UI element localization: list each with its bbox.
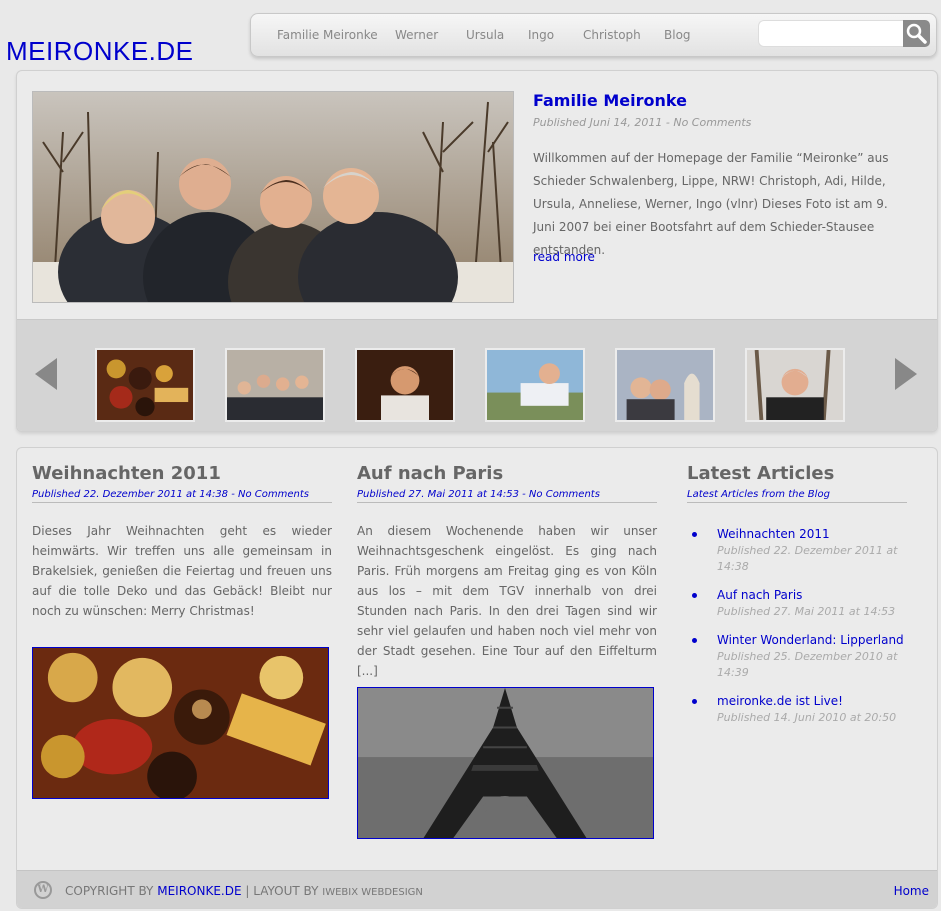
footer-credits: COPYRIGHT BY MEIRONKE.DE | LAYOUT BY IWE… xyxy=(65,884,423,898)
latest-articles-sidebar: Latest Articles Latest Articles from the… xyxy=(687,463,907,737)
search-icon xyxy=(906,23,927,44)
sidebar-subtitle: Latest Articles from the Blog xyxy=(687,486,907,503)
thumbnail-couple-paris[interactable] xyxy=(615,348,715,422)
read-more-link[interactable]: read more xyxy=(533,250,595,264)
list-item: Auf nach Paris Published 27. Mai 2011 at… xyxy=(687,586,907,620)
arrow-left-icon[interactable] xyxy=(35,358,57,390)
article-date: Published 25. Dezember 2010 at 14:39 xyxy=(717,650,898,679)
footer-site-link[interactable]: MEIRONKE.DE xyxy=(157,884,241,898)
designer-link[interactable]: IWEBIX WEBDESIGN xyxy=(322,887,423,898)
copyright-label: COPYRIGHT BY xyxy=(65,884,154,898)
list-item: meironke.de ist Live! Published 14. Juni… xyxy=(687,692,907,726)
featured-photo[interactable] xyxy=(32,91,514,303)
thumbnail-carousel xyxy=(17,319,937,431)
blog-post: Weihnachten 2011 Published 22. Dezember … xyxy=(32,463,332,621)
post-image-cookies[interactable] xyxy=(32,647,329,799)
featured-text: Willkommen auf der Homepage der Familie … xyxy=(533,151,889,257)
nav-item-familie-meironke[interactable]: Familie Meironke xyxy=(277,28,378,42)
search-button[interactable] xyxy=(903,20,930,47)
nav-item-christoph[interactable]: Christoph xyxy=(583,28,641,42)
thumbnail-cookies[interactable] xyxy=(95,348,195,422)
list-item: Weihnachten 2011 Published 22. Dezember … xyxy=(687,525,907,575)
site-logo[interactable]: MEIRONKE.DE xyxy=(6,36,194,67)
article-date: Published 27. Mai 2011 at 14:53 xyxy=(717,605,896,618)
featured-meta: Published Juni 14, 2011 - No Comments xyxy=(533,116,752,129)
thumbnail-portrait-man[interactable] xyxy=(355,348,455,422)
list-item: Winter Wonderland: Lipperland Published … xyxy=(687,631,907,681)
post-text: An diesem Wochenende haben wir unser Wei… xyxy=(357,524,657,678)
search-input[interactable] xyxy=(758,20,903,47)
article-link[interactable]: Weihnachten 2011 xyxy=(717,525,907,543)
article-date: Published 14. Juni 2010 at 20:50 xyxy=(717,711,897,724)
blog-post: Auf nach Paris Published 27. Mai 2011 at… xyxy=(357,463,657,681)
featured-title[interactable]: Familie Meironke xyxy=(533,91,687,110)
nav-item-ursula[interactable]: Ursula xyxy=(466,28,504,42)
thumbnail-family-group[interactable] xyxy=(225,348,325,422)
nav-item-blog[interactable]: Blog xyxy=(664,28,691,42)
top-navigation: Familie Meironke Werner Ursula Ingo Chri… xyxy=(250,13,937,57)
latest-articles-list: Weihnachten 2011 Published 22. Dezember … xyxy=(687,525,907,726)
sidebar-title: Latest Articles xyxy=(687,463,835,484)
layout-by-label: LAYOUT BY xyxy=(253,884,319,898)
footer-home-link[interactable]: Home xyxy=(894,884,929,898)
post-image-eiffel-tower[interactable] xyxy=(357,687,654,839)
footer-separator: | xyxy=(245,884,250,898)
post-meta[interactable]: Published 27. Mai 2011 at 14:53 - No Com… xyxy=(357,486,657,503)
article-link[interactable]: Winter Wonderland: Lipperland xyxy=(717,631,907,649)
nav-item-werner[interactable]: Werner xyxy=(395,28,438,42)
thumbnail-relaxing-man[interactable] xyxy=(485,348,585,422)
post-title[interactable]: Auf nach Paris xyxy=(357,463,657,484)
wordpress-icon[interactable]: W xyxy=(34,881,52,899)
thumbnail-older-man[interactable] xyxy=(745,348,845,422)
arrow-right-icon[interactable] xyxy=(895,358,917,390)
article-date: Published 22. Dezember 2011 at 14:38 xyxy=(717,544,898,573)
nav-item-ingo[interactable]: Ingo xyxy=(528,28,554,42)
post-title[interactable]: Weihnachten 2011 xyxy=(32,463,332,484)
featured-panel: Familie Meironke Published Juni 14, 2011… xyxy=(16,70,938,432)
post-text: Dieses Jahr Weihnachten geht es wieder h… xyxy=(32,524,332,618)
post-meta[interactable]: Published 22. Dezember 2011 at 14:38 - N… xyxy=(32,486,332,503)
article-link[interactable]: meironke.de ist Live! xyxy=(717,692,907,710)
article-link[interactable]: Auf nach Paris xyxy=(717,586,907,604)
footer: W COPYRIGHT BY MEIRONKE.DE | LAYOUT BY I… xyxy=(17,870,937,908)
main-content: Weihnachten 2011 Published 22. Dezember … xyxy=(16,447,938,909)
